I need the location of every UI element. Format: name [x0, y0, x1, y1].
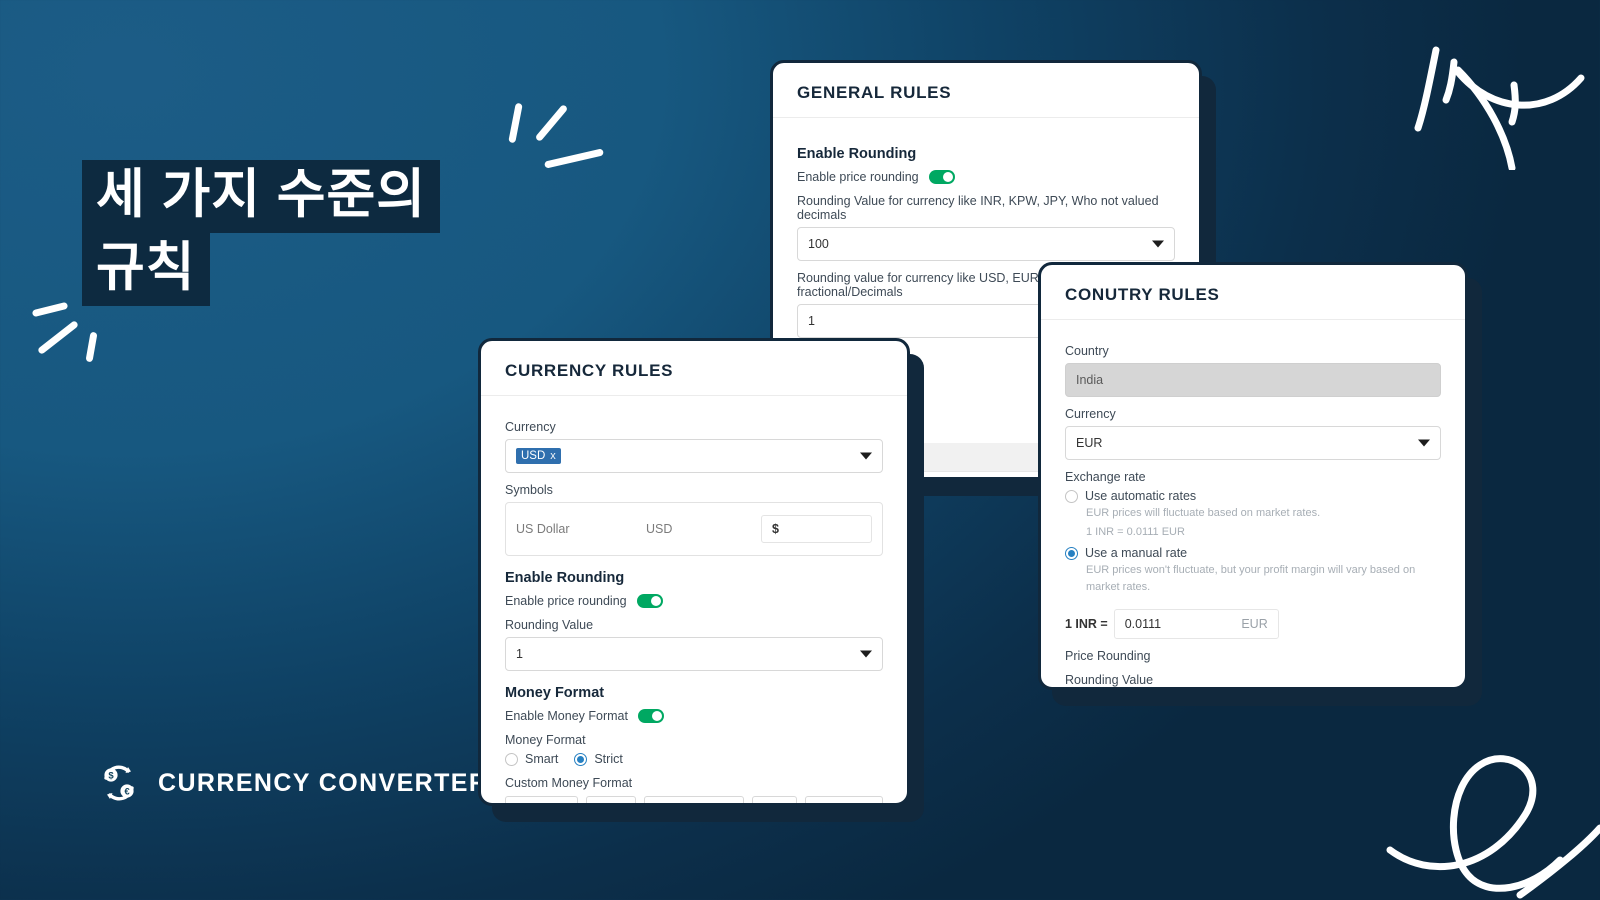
- country-field-label: Country: [1065, 344, 1109, 358]
- currency-enable-rounding-heading: Enable Rounding: [505, 570, 625, 586]
- cmf-part-one-a-label: 1: [593, 803, 599, 806]
- exchange-rate-option-automatic[interactable]: Use automatic rates: [1065, 489, 1441, 503]
- currency-enable-money-format-label: Enable Money Format: [505, 709, 628, 723]
- general-rules-header: GENERAL RULES: [773, 63, 1199, 118]
- country-input: India: [1065, 363, 1441, 397]
- cmf-part-amount-label: {{ amount }}: [651, 803, 711, 806]
- general-rules-title: GENERAL RULES: [797, 83, 952, 102]
- rate-prefix: 1 INR =: [1065, 617, 1108, 631]
- custom-money-format-row: Symbol 1 {{ amount }} 1 Currency: [505, 796, 883, 806]
- manual-rate-help: EUR prices won't fluctuate, but your pro…: [1086, 564, 1416, 593]
- scribble-bottom-right-decoration: [1386, 755, 1600, 899]
- manual-rate-suffix: EUR: [1241, 617, 1268, 631]
- currency-money-format-heading: Money Format: [505, 685, 605, 701]
- general-enable-price-rounding-toggle[interactable]: [928, 170, 955, 184]
- currency-rules-title: CURRENCY RULES: [505, 361, 674, 380]
- radio-selected-icon: [574, 752, 588, 766]
- currency-token-usd[interactable]: USD x: [516, 448, 561, 464]
- general-enable-rounding-heading: Enable Rounding: [797, 146, 917, 162]
- general-enable-price-rounding-row: Enable price rounding: [797, 170, 1175, 184]
- symbols-table: US Dollar USD $: [505, 502, 883, 556]
- general-enable-price-rounding-label: Enable price rounding: [797, 170, 919, 184]
- currency-enable-price-rounding-row: Enable price rounding: [505, 594, 883, 608]
- cmf-part-one-b[interactable]: 1: [752, 796, 798, 806]
- currency-money-format-strict-label: Strict: [594, 752, 623, 766]
- general-rounding-inr-value: 100: [808, 237, 829, 251]
- hero-title-line-1: 세 가지 수준의: [82, 160, 441, 234]
- auto-rate-help-1: EUR prices will fluctuate based on marke…: [1086, 507, 1321, 519]
- auto-rate-help-2: 1 INR = 0.0111 EUR: [1086, 525, 1185, 538]
- manual-rate-value: 0.0111: [1124, 617, 1162, 631]
- currency-multiselect[interactable]: USD x: [505, 439, 883, 473]
- svg-text:€: €: [124, 787, 130, 798]
- radio-selected-icon: [1065, 546, 1078, 560]
- brand-name: CURRENCY CONVERTER: [158, 768, 489, 797]
- currency-money-format-option-smart[interactable]: Smart: [505, 752, 558, 766]
- cmf-part-one-b-label: 1: [759, 803, 765, 806]
- country-value: India: [1076, 373, 1104, 387]
- sparkle-bottom-decoration: [26, 296, 116, 376]
- currency-money-format-radios: Smart Strict: [505, 752, 883, 766]
- currency-money-format-label: Money Format: [505, 733, 586, 747]
- general-rounding-usd-value: 1: [808, 314, 815, 328]
- cmf-part-symbol-label: Symbol: [512, 803, 550, 806]
- cmf-part-one-a[interactable]: 1: [585, 796, 636, 806]
- radio-icon: [505, 752, 518, 766]
- price-rounding-label: Price Rounding: [1065, 649, 1151, 663]
- chevron-down-icon: [1152, 240, 1164, 248]
- chevron-down-icon: [860, 650, 872, 658]
- scribble-top-right-decoration: [1414, 46, 1585, 170]
- table-row: US Dollar USD $: [516, 515, 872, 543]
- currency-enable-price-rounding-toggle[interactable]: [636, 594, 663, 608]
- general-rounding-inr-label: Rounding Value for currency like INR, KP…: [797, 194, 1159, 222]
- country-currency-select[interactable]: EUR: [1065, 426, 1441, 460]
- manual-rate-label: Use a manual rate: [1085, 546, 1188, 560]
- currency-field-label: Currency: [505, 420, 556, 434]
- brand-logo: $ € CURRENCY CONVERTER: [98, 762, 488, 804]
- currency-token-label: USD: [521, 450, 546, 462]
- currency-money-format-option-strict[interactable]: Strict: [574, 752, 623, 766]
- currency-rules-header: CURRENCY RULES: [481, 341, 907, 396]
- general-rounding-inr-select[interactable]: 100: [797, 227, 1175, 261]
- manual-rate-row: 1 INR = 0.0111 EUR: [1065, 609, 1441, 639]
- country-rules-title: CONUTRY RULES: [1065, 285, 1220, 304]
- cmf-part-currency[interactable]: Currency: [805, 796, 883, 806]
- symbol-currency-name: US Dollar: [516, 522, 570, 536]
- sparkle-top-decoration: [500, 95, 605, 180]
- hero-title-line-2: 규칙: [82, 233, 210, 307]
- exchange-rate-label: Exchange rate: [1065, 470, 1146, 484]
- symbol-currency-code: USD: [646, 522, 673, 536]
- country-currency-label: Currency: [1065, 407, 1116, 421]
- cmf-part-symbol[interactable]: Symbol: [505, 796, 578, 806]
- chevron-down-icon: [860, 452, 872, 460]
- svg-text:$: $: [108, 771, 114, 782]
- country-rules-header: CONUTRY RULES: [1041, 265, 1465, 320]
- radio-icon: [1065, 489, 1078, 503]
- symbols-label: Symbols: [505, 483, 553, 497]
- close-icon[interactable]: x: [550, 450, 556, 462]
- currency-custom-money-format-label: Custom Money Format: [505, 776, 633, 790]
- currency-enable-money-format-toggle[interactable]: [637, 709, 664, 723]
- currency-money-format-smart-label: Smart: [525, 752, 559, 766]
- cmf-part-amount[interactable]: {{ amount }}: [643, 796, 745, 806]
- cmf-part-currency-label: Currency: [812, 803, 859, 806]
- hero-title: 세 가지 수준의 규칙: [82, 160, 441, 307]
- country-currency-value: EUR: [1076, 436, 1103, 450]
- exchange-rate-option-manual[interactable]: Use a manual rate: [1065, 546, 1441, 560]
- currency-rules-card: CURRENCY RULES Currency USD x Symbols US…: [478, 338, 910, 806]
- chevron-down-icon: [1418, 439, 1430, 447]
- currency-rounding-value-select[interactable]: 1: [505, 637, 883, 671]
- currency-enable-price-rounding-label: Enable price rounding: [505, 594, 627, 608]
- manual-rate-input[interactable]: 0.0111 EUR: [1113, 609, 1279, 639]
- currency-rounding-value-label: Rounding Value: [505, 618, 594, 632]
- currency-exchange-icon: $ €: [104, 765, 134, 801]
- country-rules-card: CONUTRY RULES Country India Currency EUR…: [1038, 262, 1468, 690]
- country-rounding-value-label: Rounding Value: [1065, 673, 1154, 687]
- currency-rounding-value: 1: [516, 647, 523, 661]
- currency-enable-money-format-row: Enable Money Format: [505, 709, 883, 723]
- auto-rate-label: Use automatic rates: [1085, 489, 1197, 503]
- symbol-input[interactable]: $: [761, 515, 872, 543]
